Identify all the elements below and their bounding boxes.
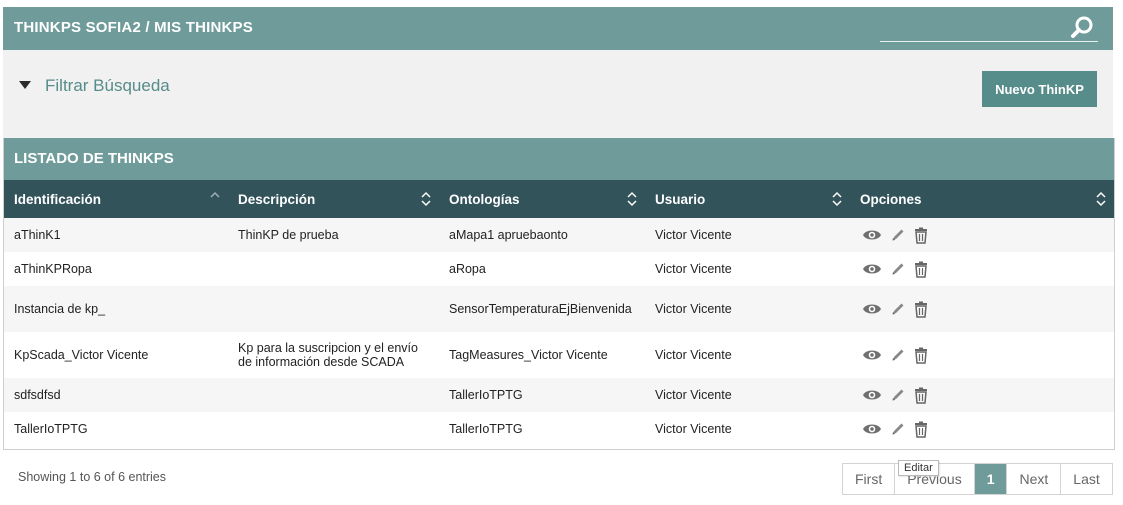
column-header[interactable]: Opciones xyxy=(850,180,1114,218)
filter-panel: Filtrar Búsqueda Nuevo ThinKP xyxy=(3,50,1113,138)
next-page-button[interactable]: Next xyxy=(1006,464,1061,494)
sort-asc-icon[interactable] xyxy=(210,191,220,207)
cell-descripcion xyxy=(228,412,439,446)
edit-icon[interactable] xyxy=(890,347,906,363)
new-thinkp-button[interactable]: Nuevo ThinKP xyxy=(982,71,1097,107)
edit-icon[interactable] xyxy=(890,261,906,277)
page-title: THINKPS SOFIA2 / MIS THINKPS xyxy=(14,19,253,36)
cell-opciones xyxy=(850,412,1114,446)
edit-icon[interactable] xyxy=(890,387,906,403)
edit-icon[interactable] xyxy=(890,227,906,243)
cell-ontologias: SensorTemperaturaEjBienvenida xyxy=(439,286,645,332)
cell-identificacion: Instancia de kp_ xyxy=(4,286,228,332)
cell-descripcion: ThinKP de prueba xyxy=(228,218,439,252)
cell-ontologias: aMapa1 apruebaonto xyxy=(439,218,645,252)
table-row: aThinKPRopa aRopa Victor Vicente xyxy=(4,252,1114,286)
cell-ontologias: TallerIoTPTG xyxy=(439,378,645,412)
filter-label: Filtrar Búsqueda xyxy=(45,76,170,95)
sort-icon[interactable] xyxy=(421,191,431,207)
edit-tooltip: Editar xyxy=(898,460,939,476)
cell-ontologias: TagMeasures_Victor Vicente xyxy=(439,332,645,378)
cell-usuario: Victor Vicente xyxy=(645,252,850,286)
column-header[interactable]: Descripción xyxy=(228,180,439,218)
entries-info: Showing 1 to 6 of 6 entries xyxy=(18,470,167,484)
cell-identificacion: sdfsdfsd xyxy=(4,378,228,412)
sort-icon[interactable] xyxy=(627,191,637,207)
cell-opciones xyxy=(850,218,1114,252)
cell-usuario: Victor Vicente xyxy=(645,218,850,252)
table-header-row: Identificación Descripción Ontologías Us… xyxy=(4,180,1114,218)
current-page-button[interactable]: 1 xyxy=(973,464,1007,494)
column-header[interactable]: Identificación xyxy=(4,180,228,218)
thinkps-list-panel: LISTADO DE THINKPS Identificación Descri… xyxy=(3,138,1115,450)
view-icon[interactable] xyxy=(862,262,882,276)
pagination: First Previous 1 Next Last xyxy=(842,463,1113,495)
cell-identificacion: aThinKPRopa xyxy=(4,252,228,286)
view-icon[interactable] xyxy=(862,302,882,316)
cell-descripcion xyxy=(228,378,439,412)
table-row: TallerIoTPTG TallerIoTPTG Victor Vicente xyxy=(4,412,1114,446)
sort-icon[interactable] xyxy=(832,191,842,207)
table-row: Instancia de kp_ SensorTemperaturaEjBienv… xyxy=(4,286,1114,332)
view-icon[interactable] xyxy=(862,228,882,242)
table-row: sdfsdfsd TallerIoTPTG Victor Vicente xyxy=(4,378,1114,412)
cell-opciones xyxy=(850,378,1114,412)
cell-identificacion: aThinK1 xyxy=(4,218,228,252)
search-icon[interactable] xyxy=(1070,14,1096,40)
filter-toggle[interactable]: Filtrar Búsqueda xyxy=(19,76,170,96)
cell-ontologias: TallerIoTPTG xyxy=(439,412,645,446)
search-box[interactable] xyxy=(880,13,1098,42)
cell-usuario: Victor Vicente xyxy=(645,286,850,332)
cell-usuario: Victor Vicente xyxy=(645,332,850,378)
list-header: LISTADO DE THINKPS xyxy=(4,138,1114,180)
top-bar: THINKPS SOFIA2 / MIS THINKPS xyxy=(3,7,1113,50)
edit-icon[interactable] xyxy=(890,421,906,437)
cell-opciones xyxy=(850,286,1114,332)
view-icon[interactable] xyxy=(862,388,882,402)
cell-identificacion: KpScada_Victor Vicente xyxy=(4,332,228,378)
column-header[interactable]: Ontologías xyxy=(439,180,645,218)
cell-opciones xyxy=(850,252,1114,286)
list-title: LISTADO DE THINKPS xyxy=(14,150,174,167)
edit-icon[interactable] xyxy=(890,301,906,317)
caret-down-icon xyxy=(19,80,31,89)
thinkps-table: Identificación Descripción Ontologías Us… xyxy=(4,180,1114,446)
delete-icon[interactable] xyxy=(914,347,928,364)
first-page-button[interactable]: First xyxy=(843,464,895,494)
cell-usuario: Victor Vicente xyxy=(645,412,850,446)
view-icon[interactable] xyxy=(862,422,882,436)
cell-usuario: Victor Vicente xyxy=(645,378,850,412)
delete-icon[interactable] xyxy=(914,301,928,318)
cell-identificacion: TallerIoTPTG xyxy=(4,412,228,446)
column-header[interactable]: Usuario xyxy=(645,180,850,218)
view-icon[interactable] xyxy=(862,348,882,362)
cell-ontologias: aRopa xyxy=(439,252,645,286)
delete-icon[interactable] xyxy=(914,421,928,438)
last-page-button[interactable]: Last xyxy=(1060,464,1112,494)
delete-icon[interactable] xyxy=(914,227,928,244)
table-row: KpScada_Victor Vicente Kp para la suscrip… xyxy=(4,332,1114,378)
cell-descripcion: Kp para la suscripcion y el envío de inf… xyxy=(228,332,439,378)
cell-opciones xyxy=(850,332,1114,378)
delete-icon[interactable] xyxy=(914,261,928,278)
cell-descripcion xyxy=(228,252,439,286)
search-input[interactable] xyxy=(880,17,1064,39)
delete-icon[interactable] xyxy=(914,387,928,404)
table-row: aThinK1 ThinKP de prueba aMapa1 apruebaont… xyxy=(4,218,1114,252)
cell-descripcion xyxy=(228,286,439,332)
sort-icon[interactable] xyxy=(1096,191,1106,207)
